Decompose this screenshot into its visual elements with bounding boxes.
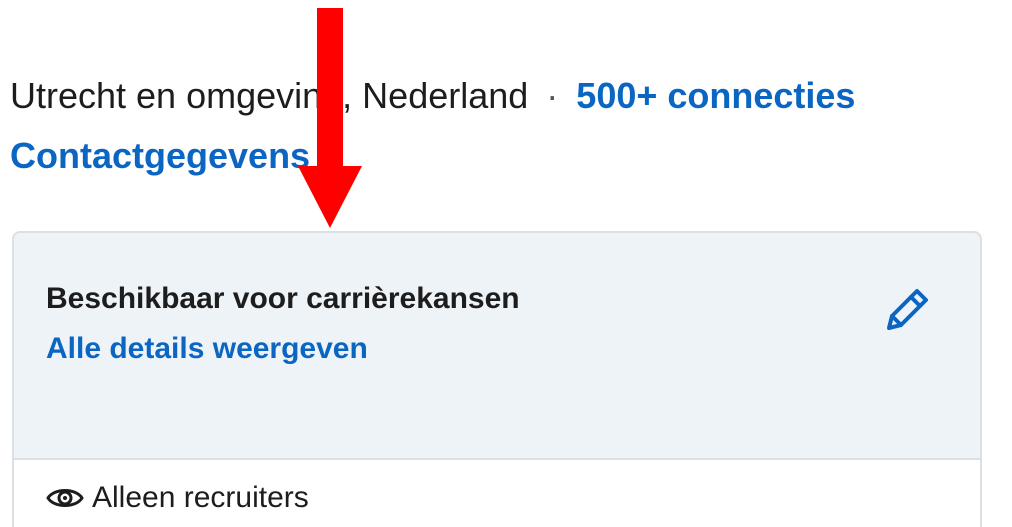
open-to-work-card: Beschikbaar voor carrièrekansen Alle det… — [12, 231, 982, 527]
visibility-label: Alleen recruiters — [92, 481, 309, 514]
connections-link[interactable]: 500+ connecties — [576, 75, 855, 116]
location-line: Utrecht en omgeving, Nederland · 500+ conn… — [10, 70, 855, 122]
card-footer: Alleen recruiters — [14, 458, 980, 527]
profile-section: Utrecht en omgeving, Nederland · 500+ conn… — [0, 0, 1012, 527]
card-title: Beschikbaar voor carrièrekansen — [46, 282, 520, 315]
show-details-link[interactable]: Alle details weergeven — [46, 329, 368, 369]
separator-dot: · — [546, 75, 559, 116]
location-text: Utrecht en omgeving, Nederland — [10, 75, 529, 116]
edit-button[interactable] — [872, 275, 942, 345]
contact-info-link[interactable]: Contactgegevens — [10, 130, 310, 182]
eye-icon — [46, 485, 84, 511]
visibility-row: Alleen recruiters — [46, 478, 309, 518]
pencil-icon — [887, 289, 928, 330]
